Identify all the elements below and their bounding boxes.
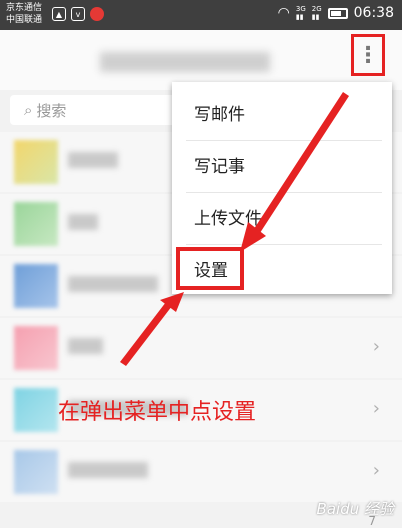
annotation-arrows (120, 92, 349, 366)
annotation-text: 在弹出菜单中点设置 (58, 400, 257, 425)
arrow-to-settings-from-more (252, 92, 349, 236)
watermark: Baidu 经验 (316, 500, 394, 518)
arrow-from-annotation (120, 302, 172, 366)
